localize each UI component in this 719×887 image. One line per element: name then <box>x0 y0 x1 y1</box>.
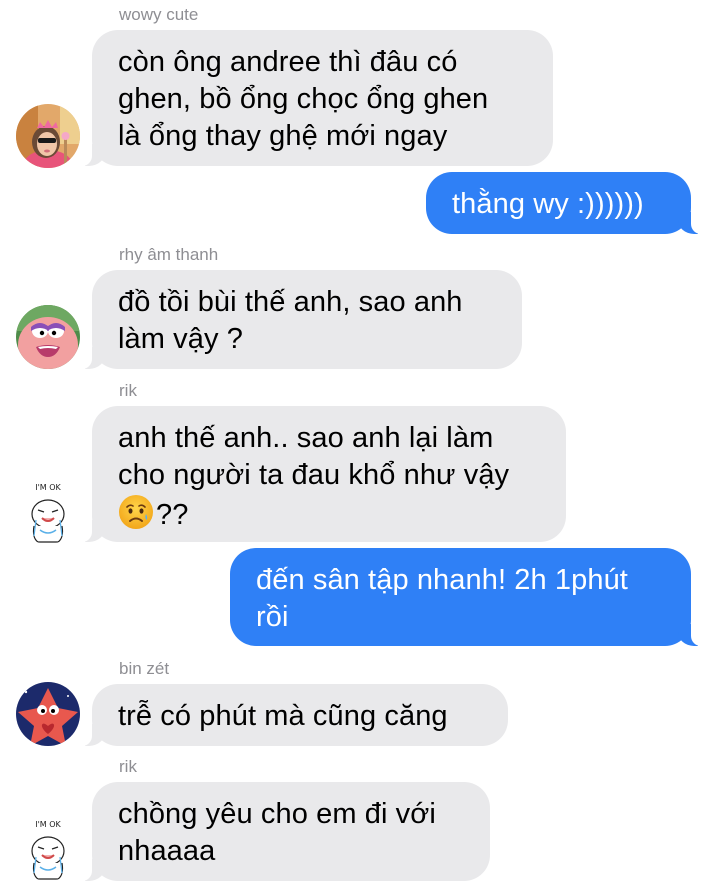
message-text-line: trễ có phút mà cũng căng <box>118 700 448 732</box>
message-thread: wowy cute còn ông andree thì đâu có ghen… <box>0 0 719 887</box>
im-ok-text: I'M OK <box>35 483 61 492</box>
sender-name: rhy âm thanh <box>119 245 219 264</box>
im-ok-sticker-avatar-icon: I'M OK <box>16 480 80 544</box>
message-text-line: thằng wy :)))))) <box>452 188 644 220</box>
sad-relieved-face-emoji-icon <box>118 494 154 530</box>
message-text-line: là ổng thay ghệ mới ngay <box>118 120 448 152</box>
incoming-message-bubble[interactable]: chồng yêu cho em đi với nhaaaa <box>80 782 490 881</box>
avatar[interactable]: I'M OK <box>16 817 80 881</box>
message-text-line: nhaaaa <box>118 835 216 867</box>
incoming-message-bubble[interactable]: đồ tồi bùi thế anh, sao anh làm vậy ? <box>80 270 522 369</box>
message-text-line: đến sân tập nhanh! 2h 1phút <box>256 564 628 596</box>
message-text-line: còn ông andree thì đâu có <box>118 46 458 78</box>
sender-name: bin zét <box>119 659 170 678</box>
sender-name: rik <box>119 381 137 400</box>
sender-name: wowy cute <box>119 5 199 24</box>
patrick-star-avatar-icon <box>16 305 80 369</box>
outgoing-message-bubble[interactable]: thằng wy :)))))) <box>426 172 703 234</box>
im-ok-sticker-avatar-icon: I'M OK <box>16 817 80 881</box>
message-text-line: anh thế anh.. sao anh lại làm <box>118 422 494 454</box>
message-text-suffix: ?? <box>156 499 189 531</box>
outgoing-message-bubble[interactable]: đến sân tập nhanh! 2h 1phút rồi <box>230 548 703 646</box>
message-text-line: chồng yêu cho em đi với <box>118 798 436 830</box>
avatar[interactable] <box>16 104 80 168</box>
avatar[interactable] <box>16 305 80 369</box>
message-text-line: cho người ta đau khổ như vậy <box>118 459 510 491</box>
girl-sunglasses-avatar-icon <box>16 104 80 168</box>
avatar[interactable] <box>16 682 80 746</box>
sender-name: rik <box>119 757 137 776</box>
incoming-message-bubble[interactable]: còn ông andree thì đâu có ghen, bồ ổng c… <box>80 30 553 166</box>
patrick-star-heart-avatar-icon <box>16 682 80 746</box>
message-text-line: làm vậy ? <box>118 323 243 355</box>
message-text-line: ?? <box>118 494 540 534</box>
incoming-message-bubble[interactable]: anh thế anh.. sao anh lại làm cho người … <box>80 406 566 542</box>
incoming-message-bubble[interactable]: trễ có phút mà cũng căng <box>80 684 508 746</box>
message-text-line: rồi <box>256 601 289 633</box>
avatar[interactable]: I'M OK <box>16 480 80 544</box>
im-ok-text: I'M OK <box>35 820 61 829</box>
message-text-line: ghen, bồ ổng chọc ổng ghen <box>118 83 489 115</box>
message-text-line: đồ tồi bùi thế anh, sao anh <box>118 286 463 318</box>
